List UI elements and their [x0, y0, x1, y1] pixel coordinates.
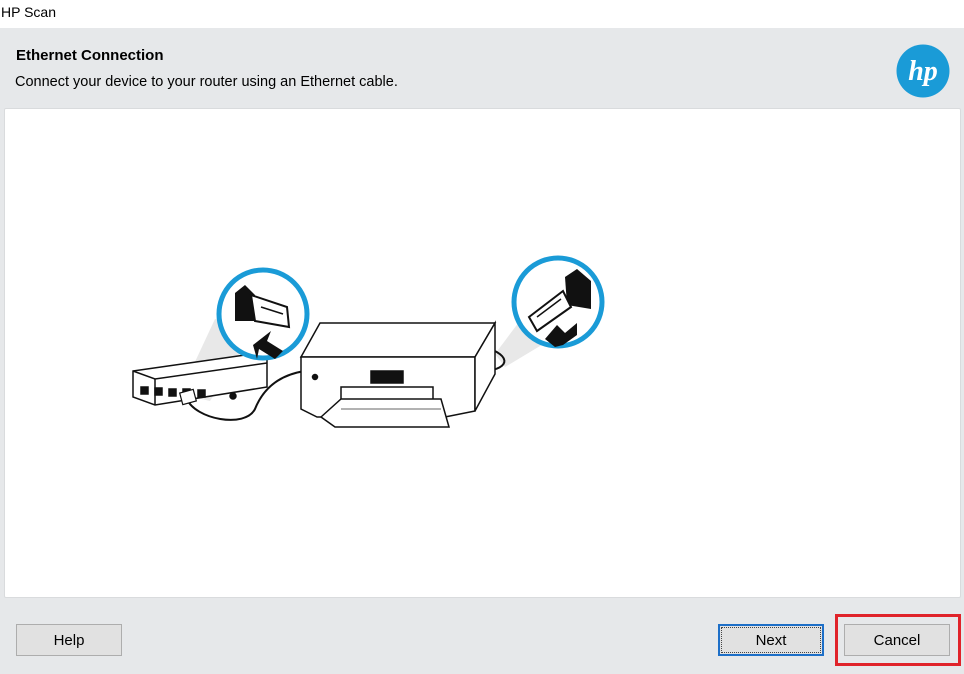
- cancel-highlight-box: [835, 614, 961, 666]
- printer-port-zoom-icon: [511, 255, 605, 349]
- page-subtitle: Connect your device to your router using…: [15, 74, 398, 90]
- hp-logo-icon: hp: [896, 44, 950, 98]
- hp-logo-text: hp: [908, 56, 938, 87]
- help-button[interactable]: Help: [16, 624, 122, 656]
- ethernet-router-printer-illustration-icon: [132, 255, 605, 428]
- router-icon: [132, 354, 268, 406]
- window-title: HP Scan: [1, 4, 56, 20]
- printer-icon: [299, 320, 497, 428]
- router-port-zoom-icon: [216, 267, 310, 361]
- title-bar: HP Scan: [0, 0, 964, 28]
- page-title: Ethernet Connection: [16, 47, 164, 64]
- illustration-panel: [4, 108, 961, 598]
- next-button[interactable]: Next: [718, 624, 824, 656]
- dialog: Ethernet Connection Connect your device …: [0, 28, 964, 674]
